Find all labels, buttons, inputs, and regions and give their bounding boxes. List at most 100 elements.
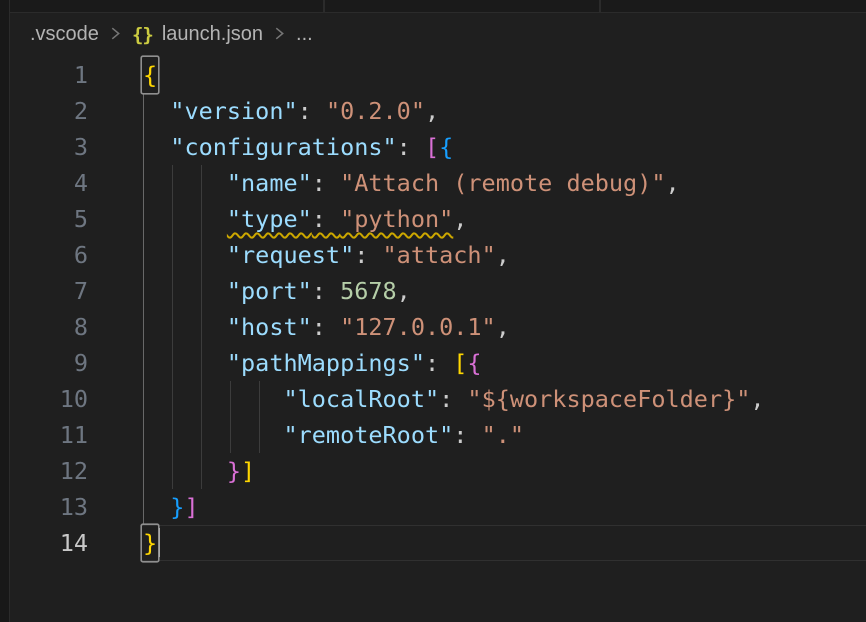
breadcrumb-item-launch-json[interactable]: launch.json — [162, 23, 263, 46]
line-number[interactable]: 11 — [0, 417, 88, 453]
code-text: "localRoot": "${workspaceFolder}", — [142, 381, 765, 417]
token-str: "${workspaceFolder}" — [467, 385, 750, 413]
code-line[interactable]: 9 "pathMappings": [{ — [0, 345, 866, 381]
code-line[interactable]: 13 }] — [0, 489, 866, 525]
token-pun — [142, 241, 227, 269]
code-line[interactable]: 11 "remoteRoot": "." — [0, 417, 866, 453]
code-line[interactable]: 7 "port": 5678, — [0, 273, 866, 309]
token-pun: , — [496, 241, 510, 269]
token-key: "remoteRoot" — [283, 421, 453, 449]
token-key: "name" — [227, 169, 312, 197]
code-text: "type": "python", — [142, 201, 467, 237]
bracket-match: { — [142, 57, 158, 93]
token-pun: , — [496, 313, 510, 341]
code-text: "remoteRoot": "." — [142, 417, 524, 453]
code-text: "pathMappings": [{ — [142, 345, 482, 381]
token-str: "127.0.0.1" — [340, 313, 496, 341]
chevron-right-icon — [272, 24, 287, 47]
token-pun — [142, 277, 227, 305]
token-key: "version" — [170, 97, 297, 125]
code-line[interactable]: 10 "localRoot": "${workspaceFolder}", — [0, 381, 866, 417]
json-braces-icon: {} — [132, 24, 153, 46]
token-key: "type" — [227, 205, 312, 233]
token-pun: : — [312, 169, 340, 197]
code-text: "request": "attach", — [142, 237, 510, 273]
token-key: "pathMappings" — [227, 349, 425, 377]
code-text: }] — [142, 453, 255, 489]
line-number[interactable]: 4 — [0, 165, 88, 201]
token-key: "localRoot" — [283, 385, 439, 413]
token-pun: : — [397, 133, 425, 161]
code-text: "port": 5678, — [142, 273, 411, 309]
code-line[interactable]: 5 "type": "python", — [0, 201, 866, 237]
tab-divider — [599, 0, 601, 12]
line-number[interactable]: 5 — [0, 201, 88, 237]
token-pun: : — [312, 313, 340, 341]
token-pun: , — [750, 385, 764, 413]
token-b2: [ — [425, 133, 439, 161]
breadcrumb-ellipsis[interactable]: ... — [296, 23, 313, 46]
token-num: 5678 — [340, 277, 397, 305]
token-pun — [142, 457, 227, 485]
token-str: "python" — [340, 205, 453, 233]
breadcrumb-item-vscode[interactable]: .vscode — [30, 23, 99, 46]
token-key: "host" — [227, 313, 312, 341]
code-line[interactable]: 3 "configurations": [{ — [0, 129, 866, 165]
token-b1: [ — [453, 349, 467, 377]
token-pun: : — [425, 349, 453, 377]
code-line[interactable]: 2 "version": "0.2.0", — [0, 93, 866, 129]
token-pun — [142, 97, 170, 125]
token-pun: , — [666, 169, 680, 197]
line-number[interactable]: 12 — [0, 453, 88, 489]
code-text: } — [142, 525, 158, 561]
line-number[interactable]: 7 — [0, 273, 88, 309]
code-text: }] — [142, 489, 199, 525]
token-pun: : — [439, 385, 467, 413]
token-b2: } — [227, 457, 241, 485]
bracket-match: } — [142, 525, 158, 561]
line-number[interactable]: 10 — [0, 381, 88, 417]
line-number[interactable]: 2 — [0, 93, 88, 129]
token-key: "port" — [227, 277, 312, 305]
token-pun: : — [354, 241, 382, 269]
token-pun — [142, 133, 170, 161]
code-text: "version": "0.2.0", — [142, 93, 439, 129]
token-pun — [142, 349, 227, 377]
token-key: "configurations" — [170, 133, 396, 161]
code-line[interactable]: 6 "request": "attach", — [0, 237, 866, 273]
token-pun: : — [453, 421, 481, 449]
code-text: "host": "127.0.0.1", — [142, 309, 510, 345]
token-b3: } — [170, 493, 184, 521]
code-line[interactable]: 1{ — [0, 57, 866, 93]
code-line[interactable]: 14} — [0, 525, 866, 561]
line-number[interactable]: 1 — [0, 57, 88, 93]
code-text: { — [142, 57, 158, 93]
token-b3: { — [439, 133, 453, 161]
token-b2: { — [467, 349, 481, 377]
line-number[interactable]: 6 — [0, 237, 88, 273]
code-line[interactable]: 4 "name": "Attach (remote debug)", — [0, 165, 866, 201]
token-str: "attach" — [383, 241, 496, 269]
token-b2: ] — [184, 493, 198, 521]
token-pun — [142, 169, 227, 197]
code-line[interactable]: 12 }] — [0, 453, 866, 489]
code-text: "name": "Attach (remote debug)", — [142, 165, 680, 201]
line-number[interactable]: 13 — [0, 489, 88, 525]
line-number[interactable]: 3 — [0, 129, 88, 165]
token-b1: ] — [241, 457, 255, 485]
chevron-right-icon — [108, 24, 123, 47]
line-number[interactable]: 8 — [0, 309, 88, 345]
line-number[interactable]: 14 — [0, 525, 88, 561]
token-pun: , — [425, 97, 439, 125]
token-pun — [142, 313, 227, 341]
code-line[interactable]: 8 "host": "127.0.0.1", — [0, 309, 866, 345]
tab-strip[interactable] — [9, 0, 866, 13]
token-str: "0.2.0" — [326, 97, 425, 125]
tab-divider — [323, 0, 325, 12]
token-pun: : — [298, 97, 326, 125]
warning-squiggle: "type": "python" — [227, 205, 453, 233]
token-pun: : — [312, 205, 340, 233]
token-pun: , — [453, 205, 467, 233]
line-number[interactable]: 9 — [0, 345, 88, 381]
code-text: "configurations": [{ — [142, 129, 453, 165]
